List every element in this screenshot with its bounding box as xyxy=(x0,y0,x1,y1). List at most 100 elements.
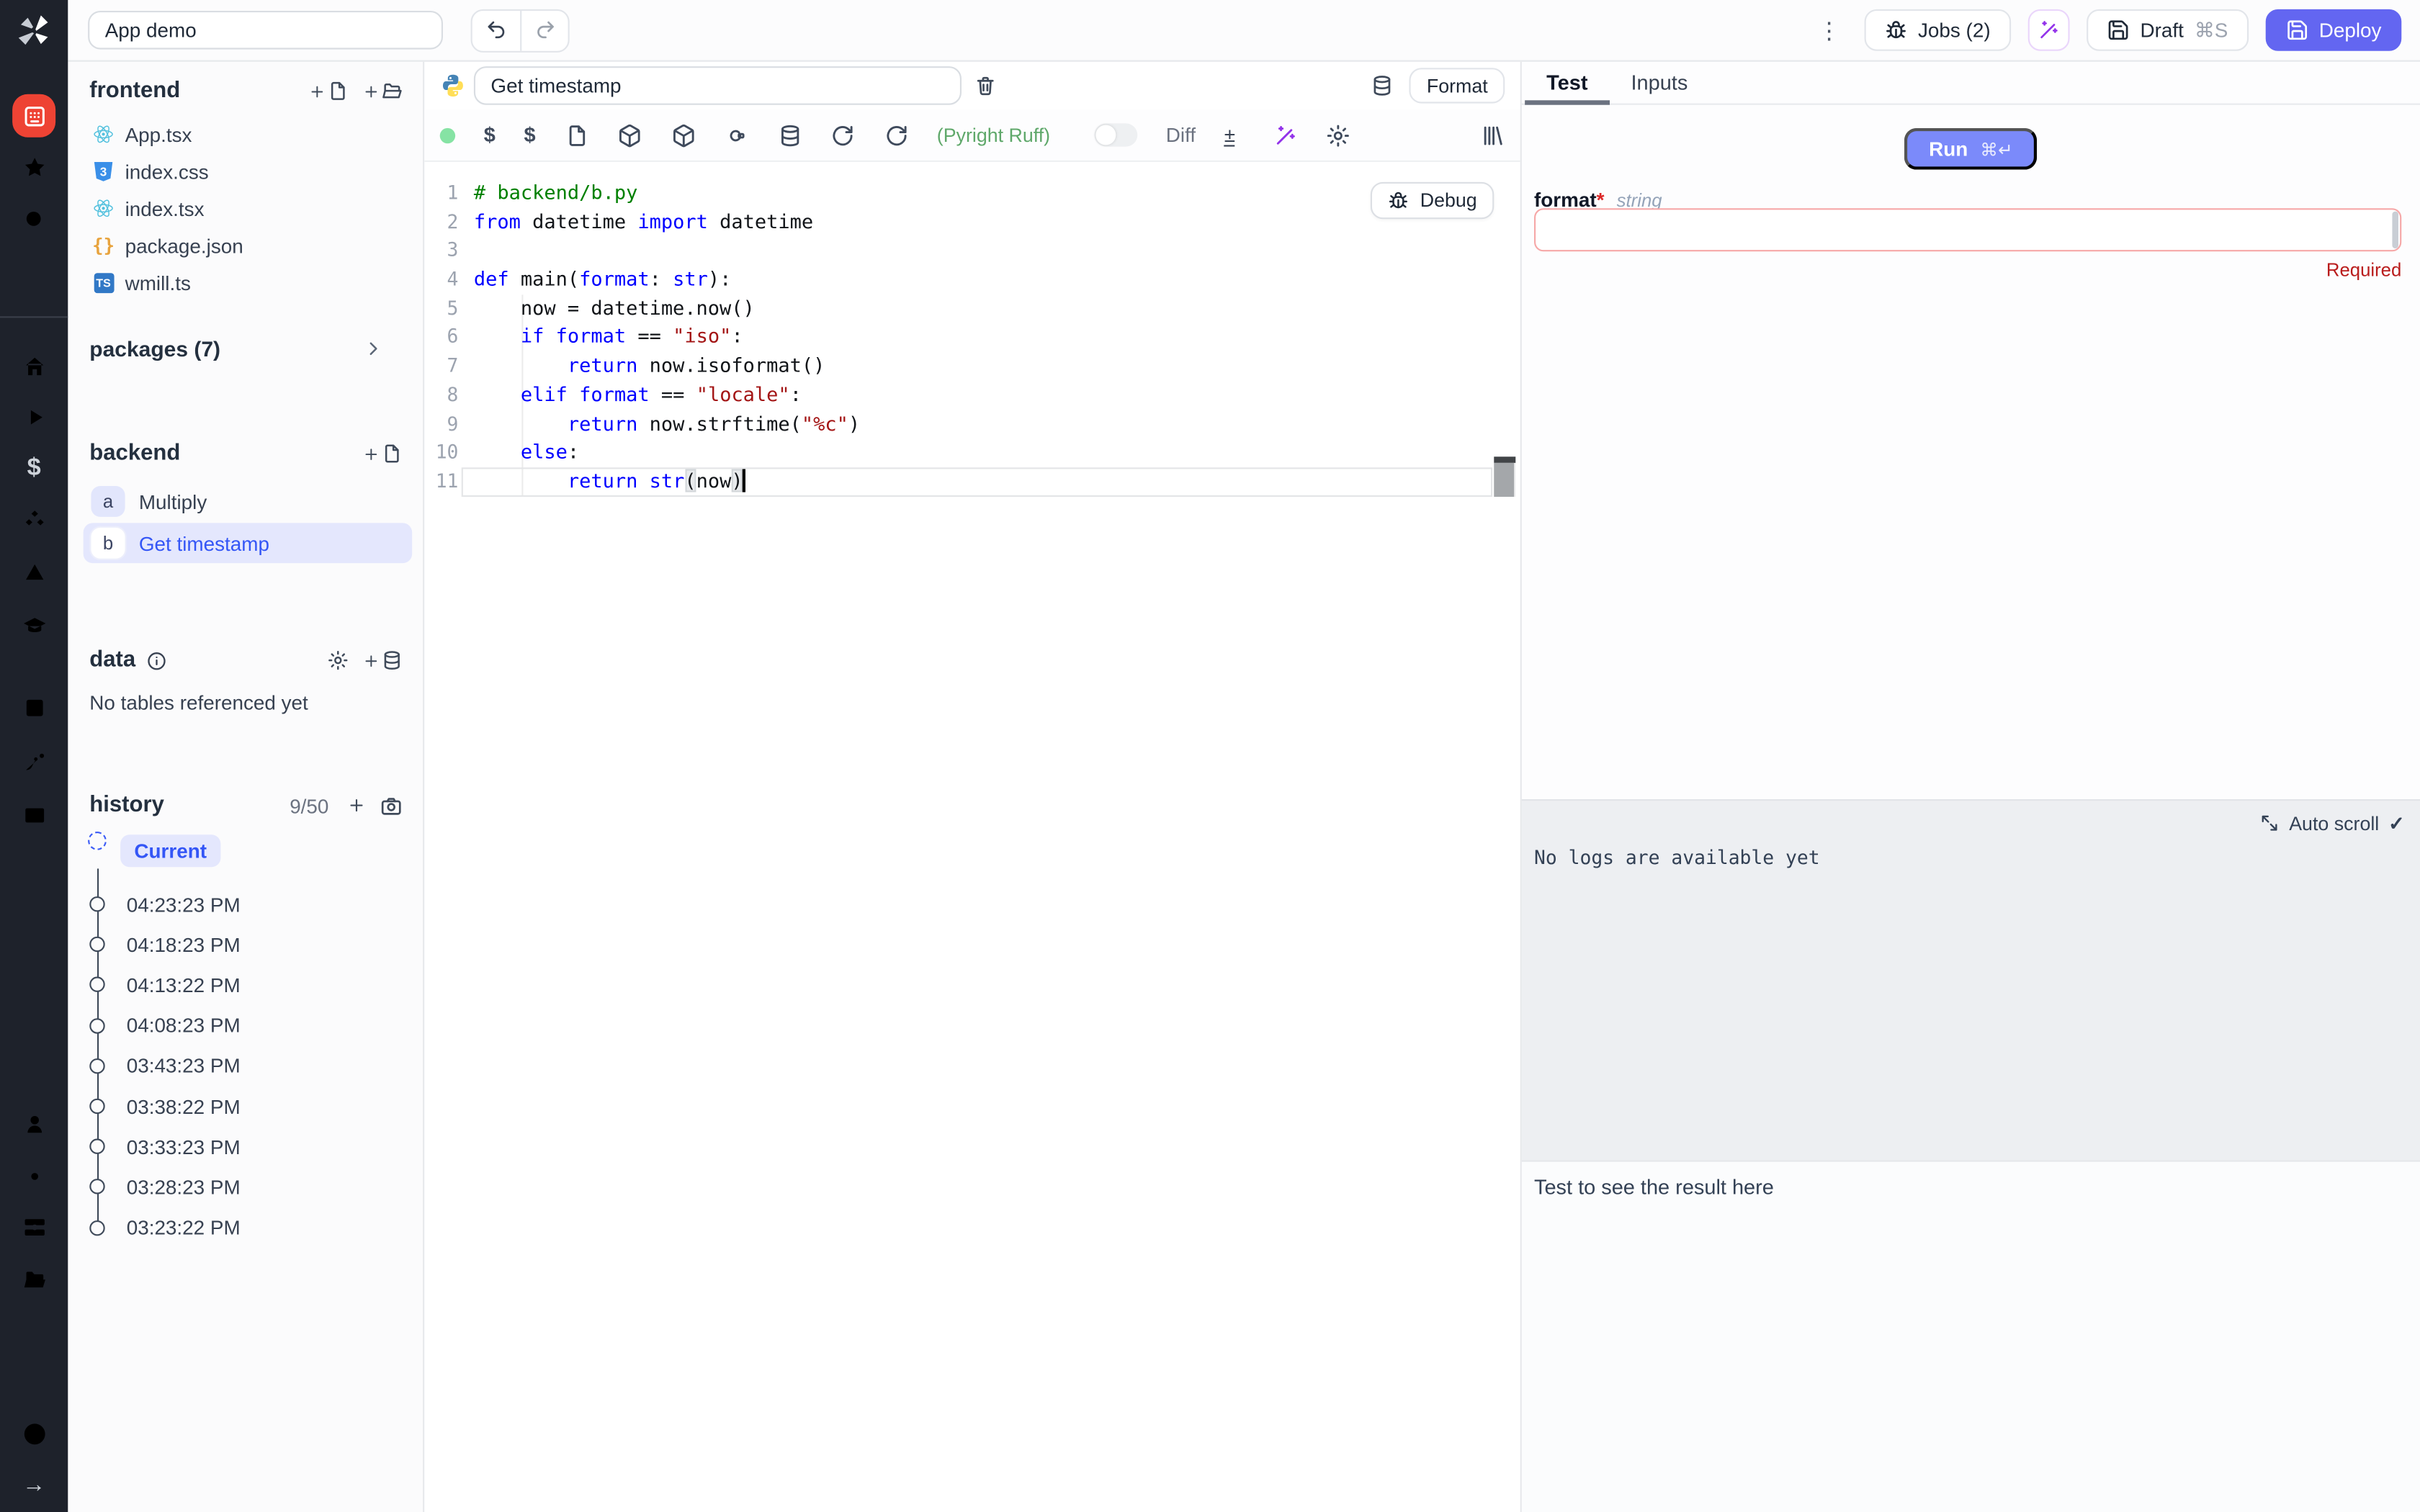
mail-icon[interactable] xyxy=(21,802,47,828)
line-number: 10 xyxy=(424,438,458,467)
diff-toggle[interactable] xyxy=(1094,123,1137,146)
library-columns-icon[interactable] xyxy=(1480,122,1505,147)
code-line[interactable]: 7 return now.isoformat() xyxy=(424,352,1520,381)
add-table-button[interactable] xyxy=(363,649,403,671)
field-scrollbar[interactable] xyxy=(2392,212,2398,248)
home-icon[interactable] xyxy=(21,354,47,379)
runs-play-icon[interactable] xyxy=(21,404,47,430)
file-item[interactable]: TSwmill.ts xyxy=(68,264,424,300)
add-snapshot-button[interactable] xyxy=(347,796,366,815)
deploy-button[interactable]: Deploy xyxy=(2265,9,2402,51)
draft-button[interactable]: Draft⌘S xyxy=(2086,9,2248,51)
cache-icon[interactable] xyxy=(724,122,748,147)
code-line[interactable]: 10 else: xyxy=(424,438,1520,467)
ai-assistant-button[interactable] xyxy=(2027,9,2069,51)
jobs-button[interactable]: Jobs (2) xyxy=(1864,9,2011,51)
code-line[interactable]: 4def main(format: str): xyxy=(424,266,1520,294)
code-area[interactable]: 1# backend/b.py2from datetime import dat… xyxy=(424,162,1520,1512)
code-line[interactable]: 2from datetime import datetime xyxy=(424,208,1520,237)
file-item[interactable]: 3index.css xyxy=(68,153,424,189)
code-line[interactable]: 1# backend/b.py xyxy=(424,179,1520,208)
app-name-input[interactable] xyxy=(88,11,443,50)
history-entry[interactable]: 03:43:23 PM xyxy=(68,1045,424,1086)
history-entry[interactable]: 04:13:22 PM xyxy=(68,965,424,1005)
flows-route-icon[interactable] xyxy=(21,750,47,775)
add-plus-icon[interactable] xyxy=(21,853,47,879)
timeline-node-icon xyxy=(89,1058,104,1074)
history-current-chip[interactable]: Current xyxy=(120,834,220,867)
plus-minus-icon[interactable]: ± xyxy=(1224,125,1235,146)
resources-picker-icon[interactable]: $ xyxy=(524,123,536,146)
variables-picker-icon[interactable]: $ xyxy=(484,123,496,146)
package-icon[interactable] xyxy=(671,122,695,147)
code-line[interactable]: 9 return now.strftime("%c") xyxy=(424,410,1520,438)
undo-button[interactable] xyxy=(472,10,520,50)
schedules-calendar-icon[interactable] xyxy=(21,694,47,720)
autoscroll-control[interactable]: Auto scroll ✓ xyxy=(2259,811,2404,834)
code-line[interactable]: 6 if format == "iso": xyxy=(424,323,1520,352)
debug-button[interactable]: Debug xyxy=(1371,182,1494,219)
prism-icon[interactable] xyxy=(21,560,47,586)
add-folder-button[interactable] xyxy=(363,80,403,102)
camera-icon[interactable] xyxy=(380,794,403,817)
collapse-arrow-icon[interactable]: → xyxy=(0,1472,68,1498)
add-file-button[interactable] xyxy=(309,80,349,102)
audit-list-icon[interactable] xyxy=(21,1318,47,1344)
backend-script-item[interactable]: bGet timestamp xyxy=(84,523,412,563)
help-icon[interactable] xyxy=(21,1421,47,1447)
tab-inputs[interactable]: Inputs xyxy=(1609,62,1709,104)
file-item[interactable]: {}package.json xyxy=(68,227,424,264)
delete-script-trash-icon[interactable] xyxy=(974,74,997,97)
tab-test[interactable]: Test xyxy=(1525,62,1609,104)
code-line[interactable]: 8 elif format == "locale": xyxy=(424,381,1520,410)
frontend-section-title: frontend xyxy=(89,78,180,103)
history-entry[interactable]: 04:23:23 PM xyxy=(68,884,424,924)
schema-database-icon[interactable] xyxy=(1371,74,1394,97)
package-icon[interactable] xyxy=(617,122,642,147)
minimap-slider[interactable] xyxy=(1494,456,1515,497)
resources-cubes-icon[interactable] xyxy=(21,508,47,534)
history-entry[interactable]: 03:23:22 PM xyxy=(68,1207,424,1248)
refresh-icon[interactable] xyxy=(884,122,908,147)
user-icon[interactable] xyxy=(21,1111,47,1137)
graduation-cap-icon[interactable] xyxy=(21,613,47,639)
workers-icon[interactable] xyxy=(21,1214,47,1240)
editor-settings-gear-icon[interactable] xyxy=(1326,122,1350,147)
history-entry[interactable]: 04:18:23 PM xyxy=(68,924,424,965)
favorites-star-icon[interactable] xyxy=(21,154,47,180)
history-entry[interactable]: 03:28:23 PM xyxy=(68,1167,424,1207)
code-line[interactable]: 3 xyxy=(424,237,1520,266)
line-number: 3 xyxy=(424,237,458,266)
format-field-input[interactable] xyxy=(1534,208,2401,251)
variables-dollar-icon[interactable]: $ xyxy=(0,455,68,481)
backend-script-item[interactable]: aMultiply xyxy=(84,482,412,522)
add-script-button[interactable] xyxy=(363,443,403,464)
line-number: 11 xyxy=(424,467,458,496)
run-button[interactable]: Run⌘↵ xyxy=(1904,128,2038,170)
code-line[interactable]: 11 return str(now) xyxy=(424,467,1520,496)
database-icon[interactable] xyxy=(777,122,802,147)
folders-icon[interactable] xyxy=(21,1266,47,1292)
apps-nav-button[interactable] xyxy=(12,94,55,138)
expand-icon[interactable] xyxy=(2259,813,2280,833)
script-name-input[interactable] xyxy=(474,66,962,105)
history-entry[interactable]: 03:38:22 PM xyxy=(68,1086,424,1127)
code-line[interactable]: 5 now = datetime.now() xyxy=(424,294,1520,323)
chevron-right-icon[interactable] xyxy=(363,338,385,359)
file-item[interactable]: index.tsx xyxy=(68,190,424,227)
ai-wand-icon[interactable] xyxy=(1273,122,1298,147)
settings-gear-icon[interactable] xyxy=(21,1164,47,1189)
format-button[interactable]: Format xyxy=(1410,68,1505,103)
data-settings-gear-icon[interactable] xyxy=(327,649,349,671)
redo-button[interactable] xyxy=(520,10,568,50)
ai-wand-icon[interactable] xyxy=(21,259,47,285)
file-item[interactable]: App.tsx xyxy=(68,116,424,153)
kebab-menu-icon[interactable]: ⋮ xyxy=(1811,17,1847,45)
packages-section[interactable]: packages (7) xyxy=(68,333,424,364)
windmill-logo-icon[interactable] xyxy=(15,12,52,49)
search-icon[interactable] xyxy=(21,207,47,233)
history-entry[interactable]: 04:08:23 PM xyxy=(68,1005,424,1045)
history-entry[interactable]: 03:33:23 PM xyxy=(68,1127,424,1167)
reload-icon[interactable] xyxy=(830,122,855,147)
script-file-icon[interactable] xyxy=(564,122,588,147)
